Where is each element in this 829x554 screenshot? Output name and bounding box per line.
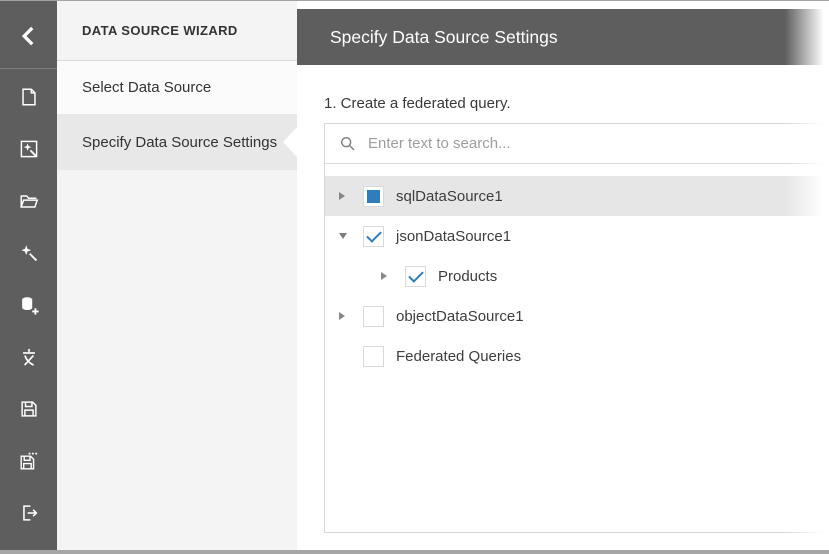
checkbox[interactable] xyxy=(363,305,384,327)
page-body: 1. Create a federated query. sqlDataSour… xyxy=(297,65,829,533)
wizard-panel-title: DATA SOURCE WIZARD xyxy=(57,1,297,61)
page-title: Specify Data Source Settings xyxy=(330,26,558,47)
search-icon xyxy=(340,136,355,151)
tree-row[interactable]: Federated Queries xyxy=(325,336,829,376)
data-source-tree: sqlDataSource1 jsonDataSource1 Products … xyxy=(325,164,829,376)
tree-item-label: jsonDataSource1 xyxy=(396,227,512,245)
add-data-source-icon xyxy=(21,297,39,315)
sidebar-button-new-report[interactable] xyxy=(0,71,57,123)
expander-icon[interactable] xyxy=(335,186,355,206)
tree-row[interactable]: Products xyxy=(325,256,829,296)
expander-icon[interactable] xyxy=(335,306,355,326)
sidebar-button-open-report[interactable] xyxy=(0,175,57,227)
tree-item-label: sqlDataSource1 xyxy=(396,187,503,205)
wizard-step-label: Select Data Source xyxy=(82,79,212,96)
design-in-report-wizard-icon xyxy=(20,245,37,262)
wizard-step-label: Specify Data Source Settings xyxy=(82,133,278,151)
app-body: DATA SOURCE WIZARD Select Data Source Sp… xyxy=(0,1,829,550)
sidebar-button-save-as[interactable] xyxy=(0,435,57,487)
sidebar-button-localization[interactable] xyxy=(0,331,57,383)
localization-icon xyxy=(22,348,35,366)
back-button[interactable] xyxy=(0,1,57,69)
tree-row[interactable]: objectDataSource1 xyxy=(325,296,829,336)
sidebar-button-save[interactable] xyxy=(0,383,57,435)
tree-row[interactable]: sqlDataSource1 xyxy=(325,176,829,216)
sidebar-button-exit[interactable] xyxy=(0,487,57,539)
tree-item-label: Federated Queries xyxy=(396,347,522,365)
tree-row[interactable]: jsonDataSource1 xyxy=(325,216,829,256)
search-input[interactable] xyxy=(368,135,819,152)
data-source-wizard-window: DATA SOURCE WIZARD Select Data Source Sp… xyxy=(0,0,829,554)
wizard-step-select-data-source[interactable]: Select Data Source xyxy=(57,61,297,114)
search-box xyxy=(325,124,829,164)
checkbox[interactable] xyxy=(363,185,384,207)
window-bottom-edge xyxy=(0,550,829,554)
sidebar-icon-list xyxy=(0,69,57,539)
report-wizard-icon xyxy=(20,140,37,158)
expander-icon[interactable] xyxy=(335,226,355,246)
data-source-tree-panel: sqlDataSource1 jsonDataSource1 Products … xyxy=(324,123,829,533)
page-header: Specify Data Source Settings xyxy=(297,9,829,65)
save-icon xyxy=(20,401,37,417)
checkbox[interactable] xyxy=(363,345,384,367)
step-instruction: 1. Create a federated query. xyxy=(324,95,511,112)
wizard-nav-panel: DATA SOURCE WIZARD Select Data Source Sp… xyxy=(57,1,297,550)
sidebar-button-report-wizard[interactable] xyxy=(0,123,57,175)
back-chevron-icon xyxy=(21,26,33,45)
wizard-step-specify-data-source-settings[interactable]: Specify Data Source Settings xyxy=(57,114,297,170)
toolbar-sidebar xyxy=(0,1,57,550)
sidebar-button-add-data-source[interactable] xyxy=(0,279,57,331)
sidebar-button-design-in-report-wizard[interactable] xyxy=(0,227,57,279)
tree-item-label: Products xyxy=(438,267,498,285)
checkbox[interactable] xyxy=(363,225,384,247)
tree-item-label: objectDataSource1 xyxy=(396,307,524,325)
save-as-icon xyxy=(20,452,37,470)
exit-icon xyxy=(22,505,37,521)
new-report-icon xyxy=(21,88,36,106)
main-content: Specify Data Source Settings 1. Create a… xyxy=(297,1,829,550)
checkbox[interactable] xyxy=(405,265,426,287)
expander-icon[interactable] xyxy=(335,346,355,366)
expander-icon[interactable] xyxy=(377,266,397,286)
open-report-icon xyxy=(19,195,38,208)
